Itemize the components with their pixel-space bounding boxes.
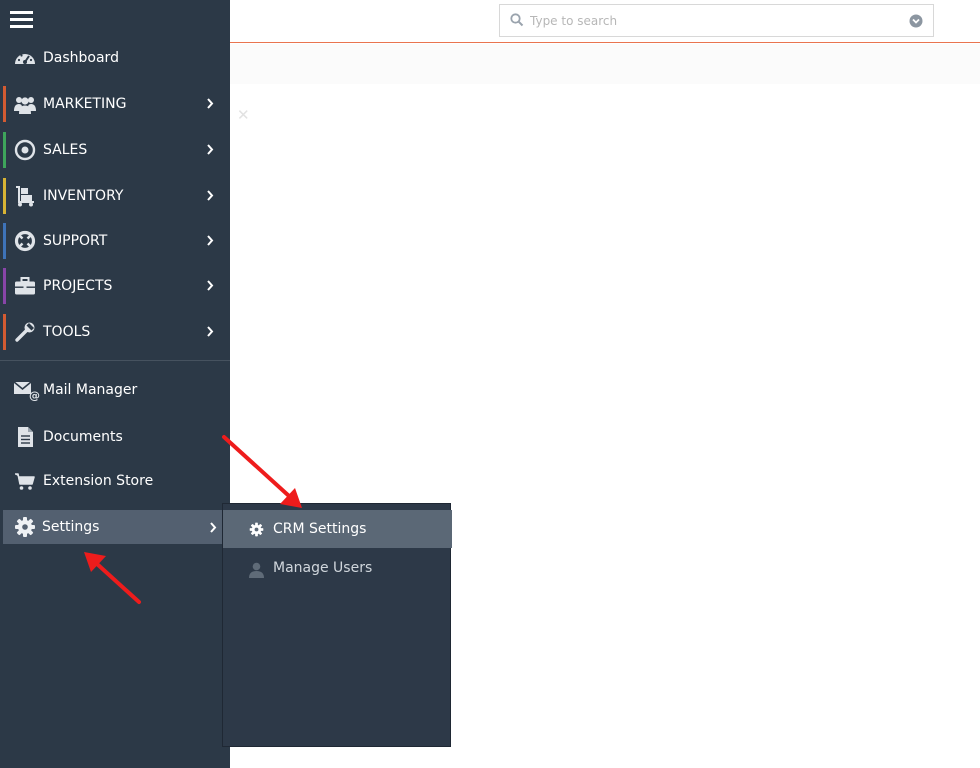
hand-truck-icon	[16, 186, 34, 207]
chevron-right-icon	[207, 144, 214, 155]
global-search[interactable]	[499, 4, 934, 37]
wrench-icon	[15, 322, 35, 342]
chevron-right-icon	[207, 98, 214, 109]
sidebar-item-extension-store[interactable]: Extension Store	[0, 463, 230, 499]
arrow-to-crm-settings	[222, 435, 302, 508]
sidebar-item-label: SUPPORT	[43, 233, 108, 249]
sidebar-item-dashboard[interactable]: Dashboard	[0, 40, 230, 76]
chevron-right-icon	[207, 280, 214, 291]
settings-flyout-menu: CRM Settings Manage Users	[222, 503, 452, 747]
marketing-accent-bar	[3, 86, 6, 122]
tools-accent-bar	[3, 314, 6, 350]
speedometer-icon	[15, 54, 35, 64]
sidebar-item-label: Settings	[42, 519, 100, 535]
sidebar-item-tools[interactable]: TOOLS	[0, 314, 230, 350]
users-group-icon	[14, 97, 36, 114]
sidebar-divider	[0, 360, 230, 361]
support-accent-bar	[3, 223, 6, 259]
content-toolbar	[230, 44, 980, 84]
flyout-item-manage-users[interactable]: Manage Users	[223, 549, 452, 587]
sidebar-item-label: Mail Manager	[43, 382, 138, 398]
user-icon	[249, 562, 264, 578]
svg-text:@: @	[29, 389, 40, 401]
flyout-item-label: CRM Settings	[273, 521, 367, 537]
sidebar-item-projects[interactable]: PROJECTS	[0, 268, 230, 304]
sidebar-item-label: Documents	[43, 429, 123, 445]
cart-icon	[15, 473, 35, 490]
sidebar-item-label: PROJECTS	[43, 278, 113, 294]
chevron-right-icon	[207, 235, 214, 246]
sales-accent-bar	[3, 132, 6, 168]
sidebar-item-label: Extension Store	[43, 473, 154, 489]
top-header	[230, 0, 980, 43]
mail-at-icon: @	[14, 381, 40, 401]
chevron-right-icon	[207, 190, 214, 201]
sidebar-item-label: Dashboard	[43, 50, 119, 66]
lifebuoy-icon	[14, 230, 36, 252]
document-icon	[18, 427, 33, 447]
close-icon[interactable]: ✕	[237, 106, 250, 124]
sidebar-item-mail-manager[interactable]: @ Mail Manager	[0, 372, 230, 408]
sidebar-item-label: INVENTORY	[43, 188, 124, 204]
hamburger-menu-icon[interactable]	[10, 11, 33, 32]
sidebar-item-sales[interactable]: SALES	[0, 132, 230, 168]
search-input[interactable]	[530, 11, 900, 31]
sidebar-item-label: MARKETING	[43, 96, 127, 112]
sidebar-item-support[interactable]: SUPPORT	[0, 223, 230, 259]
sidebar-item-label: SALES	[43, 142, 88, 158]
gear-icon	[249, 522, 264, 537]
gear-icon	[15, 517, 35, 537]
flyout-item-crm-settings[interactable]: CRM Settings	[223, 510, 452, 548]
sidebar-item-marketing[interactable]: MARKETING	[0, 86, 230, 122]
chevron-right-icon	[207, 326, 214, 337]
projects-accent-bar	[3, 268, 6, 304]
briefcase-icon	[15, 277, 35, 295]
flyout-item-label: Manage Users	[273, 560, 373, 576]
sidebar: Dashboard MARKETING SALES INVENTORY SUPP…	[0, 0, 230, 768]
sidebar-item-settings[interactable]: Settings	[3, 510, 225, 544]
chevron-right-icon	[210, 522, 217, 533]
chevron-down-circle-icon[interactable]	[909, 14, 923, 28]
search-icon	[510, 13, 524, 27]
inventory-accent-bar	[3, 178, 6, 214]
sidebar-item-documents[interactable]: Documents	[0, 419, 230, 455]
target-icon	[14, 139, 36, 161]
sidebar-item-label: TOOLS	[43, 324, 91, 340]
sidebar-item-inventory[interactable]: INVENTORY	[0, 178, 230, 214]
